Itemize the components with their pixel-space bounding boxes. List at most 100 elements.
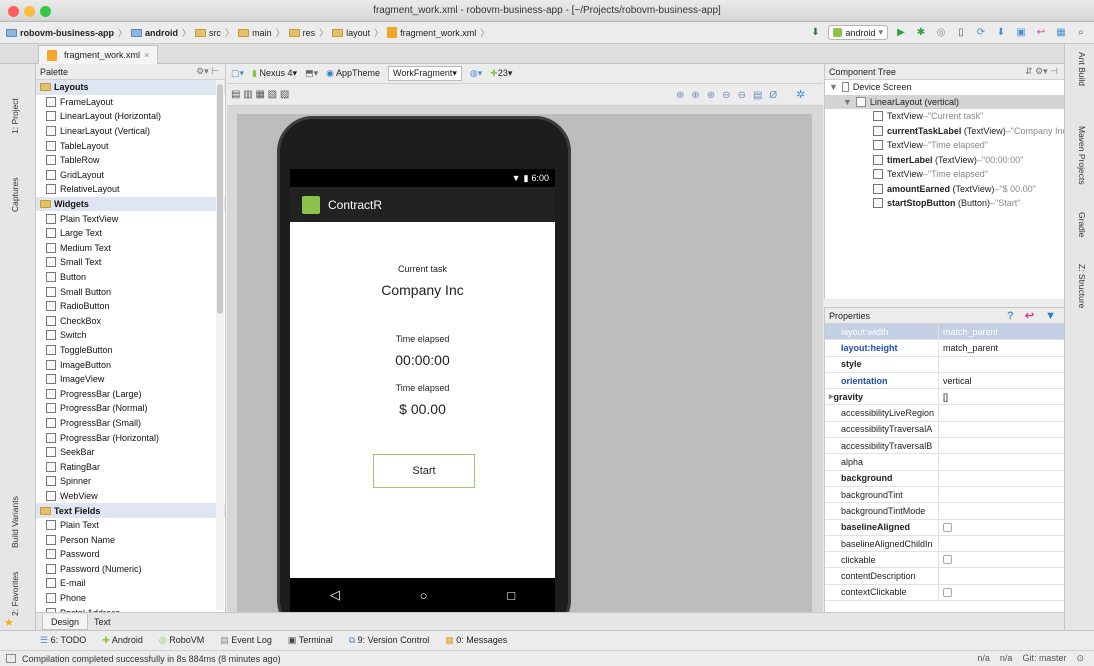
property-value[interactable]: [939, 520, 1064, 535]
palette-item[interactable]: SeekBar: [36, 445, 225, 460]
palette-item[interactable]: Phone: [36, 591, 225, 606]
tool-terminal[interactable]: ▣ Terminal: [288, 635, 333, 646]
palette-item[interactable]: GridLayout: [36, 168, 225, 183]
zoom-out-icon[interactable]: ⊖: [722, 90, 730, 101]
property-value[interactable]: [939, 552, 1064, 567]
search-icon[interactable]: ⌕: [1074, 26, 1088, 40]
palette-item[interactable]: Small Button: [36, 284, 225, 299]
tool-event-log[interactable]: ▤ Event Log: [220, 635, 272, 646]
tree-node[interactable]: startStopButton (Button) – "Start": [825, 196, 1064, 211]
design-mode-icon[interactable]: ▢▾: [231, 68, 244, 79]
palette-item[interactable]: LinearLayout (Vertical): [36, 124, 225, 139]
palette-scrollbar[interactable]: [216, 80, 224, 610]
locale-icon[interactable]: ◍▾: [470, 68, 482, 79]
make-project-icon[interactable]: ⬇: [808, 26, 822, 40]
tool-android[interactable]: ✚ Android: [102, 635, 143, 646]
breadcrumb-project[interactable]: robovm-business-app 〉: [6, 26, 127, 39]
palette-item[interactable]: Person Name: [36, 532, 225, 547]
property-value[interactable]: [939, 536, 1064, 551]
tree-device-screen[interactable]: ▼ Device Screen: [825, 80, 1064, 95]
home-icon[interactable]: ○: [420, 588, 428, 603]
tool-todo[interactable]: ☰ 6: TODO: [40, 635, 86, 646]
palette-item[interactable]: Plain TextView: [36, 211, 225, 226]
palette-item[interactable]: Button: [36, 270, 225, 285]
current-task-label[interactable]: Current task: [290, 264, 555, 274]
palette-item[interactable]: ProgressBar (Small): [36, 416, 225, 431]
property-row[interactable]: backgroundTintMode: [825, 503, 1064, 520]
property-row[interactable]: layout:width match_parent: [825, 324, 1064, 341]
property-row[interactable]: ▸ gravity[]: [825, 389, 1064, 406]
palette-item[interactable]: Password: [36, 547, 225, 562]
property-value[interactable]: vertical: [939, 373, 1064, 388]
breadcrumb-src[interactable]: src 〉: [195, 26, 234, 39]
tree-node[interactable]: timerLabel (TextView) – "00:00:00": [825, 153, 1064, 168]
property-value[interactable]: [939, 422, 1064, 437]
filter-icon[interactable]: ▼: [1045, 310, 1056, 322]
tree-root-layout[interactable]: ▼ LinearLayout (vertical): [825, 94, 1064, 109]
tool-version-control[interactable]: ⧉ 9: Version Control: [349, 635, 430, 646]
property-row[interactable]: baselineAlignedChildIn: [825, 535, 1064, 553]
palette-item[interactable]: FrameLayout: [36, 95, 225, 110]
property-value[interactable]: [939, 471, 1064, 486]
palette-item[interactable]: RadioButton: [36, 299, 225, 314]
avd-manager-icon[interactable]: ▯: [954, 26, 968, 40]
attach-debugger-icon[interactable]: ◎: [934, 26, 948, 40]
property-value[interactable]: [939, 357, 1064, 372]
api-select[interactable]: ✚23▾: [490, 68, 512, 79]
palette-item[interactable]: RatingBar: [36, 459, 225, 474]
property-row[interactable]: background: [825, 470, 1064, 487]
amount-value[interactable]: $ 00.00: [290, 401, 555, 417]
tab-text[interactable]: Text: [86, 614, 119, 630]
project-structure-icon[interactable]: ▦: [1054, 26, 1068, 40]
breadcrumb-layout[interactable]: layout 〉: [332, 26, 383, 39]
captures-tool-tab[interactable]: Captures: [10, 178, 20, 213]
debug-icon[interactable]: ✱: [914, 26, 928, 40]
palette-item[interactable]: ImageButton: [36, 357, 225, 372]
property-value[interactable]: []: [939, 389, 1064, 404]
property-row[interactable]: accessibilityLiveRegion: [825, 405, 1064, 422]
property-value[interactable]: [939, 454, 1064, 469]
run-configuration-select[interactable]: android ▾: [828, 25, 888, 40]
palette-category[interactable]: Widgets: [36, 196, 225, 212]
close-tab-icon[interactable]: ×: [144, 50, 149, 60]
zoom-reset-icon[interactable]: ⊖: [738, 90, 746, 101]
breadcrumb-android[interactable]: android 〉: [131, 26, 191, 39]
breadcrumb-res[interactable]: res 〉: [288, 26, 328, 39]
start-button[interactable]: Start: [373, 454, 475, 488]
structure-tool-tab[interactable]: Z: Structure: [1077, 264, 1087, 308]
tree-node[interactable]: currentTaskLabel (TextView) – "Company I…: [825, 124, 1064, 139]
zoom-in-icon[interactable]: ⊕: [707, 90, 715, 101]
property-row[interactable]: style: [825, 356, 1064, 373]
checkbox[interactable]: [943, 587, 952, 597]
palette-item[interactable]: ProgressBar (Large): [36, 386, 225, 401]
palette-item[interactable]: Small Text: [36, 255, 225, 270]
palette-item[interactable]: TableLayout: [36, 138, 225, 153]
current-task-value[interactable]: Company Inc: [290, 282, 555, 298]
palette-item[interactable]: TableRow: [36, 153, 225, 168]
property-row[interactable]: backgroundTint: [825, 486, 1064, 504]
property-row[interactable]: orientation vertical: [825, 372, 1064, 390]
palette-item[interactable]: ToggleButton: [36, 343, 225, 358]
ant-build-tool-tab[interactable]: Ant Build: [1077, 52, 1087, 86]
layout-action-icons[interactable]: ▤ ▥ ▦ ▧ ▨: [231, 89, 289, 100]
property-row[interactable]: contentDescription: [825, 568, 1064, 585]
back-icon[interactable]: ◁: [330, 587, 340, 603]
activity-select[interactable]: WorkFragment▾: [388, 66, 462, 81]
device-monitor-icon[interactable]: ▣: [1014, 26, 1028, 40]
sdk-manager-icon[interactable]: ⬇: [994, 26, 1008, 40]
property-value[interactable]: [939, 585, 1064, 600]
timer-value[interactable]: 00:00:00: [290, 352, 555, 368]
zoom-actual-icon[interactable]: ⊕: [676, 90, 684, 101]
palette-category[interactable]: Text Fields: [36, 503, 225, 518]
property-row[interactable]: alpha: [825, 454, 1064, 471]
palette-item[interactable]: Plain Text: [36, 518, 225, 533]
breadcrumb-file[interactable]: fragment_work.xml 〉: [387, 26, 489, 39]
orientation-icon[interactable]: ⬒▾: [305, 68, 318, 79]
property-row[interactable]: contextClickable: [825, 584, 1064, 602]
status-toggle-icon[interactable]: [6, 654, 16, 663]
time-elapsed-label-2[interactable]: Time elapsed: [290, 383, 555, 393]
checkbox[interactable]: [943, 555, 952, 565]
tree-node[interactable]: TextView – "Time elapsed": [825, 138, 1064, 153]
property-value[interactable]: [939, 487, 1064, 502]
palette-item[interactable]: Switch: [36, 328, 225, 343]
